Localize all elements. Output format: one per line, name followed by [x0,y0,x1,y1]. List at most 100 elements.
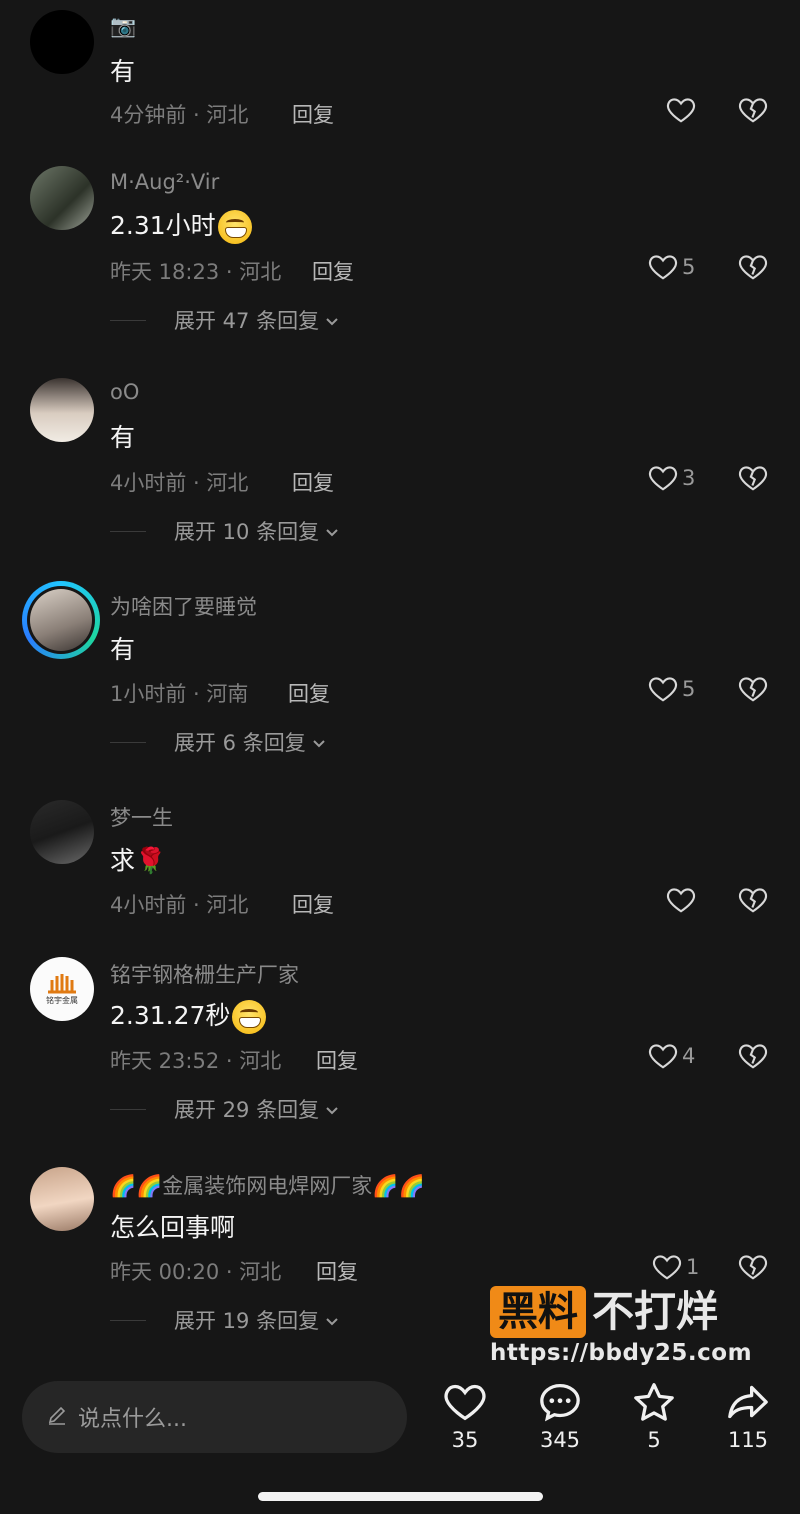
comment-time: 4小时前 [110,471,187,495]
broken-heart-icon [738,466,768,491]
divider [110,530,146,532]
comment-username[interactable]: 铭宇钢格栅生产厂家 [110,959,299,989]
reply-button[interactable]: 回复 [288,678,330,708]
avatar[interactable] [30,10,94,74]
reply-button[interactable]: 回复 [292,889,334,919]
favorite-action-count: 5 [647,1428,661,1452]
favorite-action-button[interactable]: 5 [614,1382,694,1452]
comment-location: 河北 [206,893,249,917]
share-action-button[interactable]: 115 [708,1382,788,1452]
like-count: 1 [686,1255,700,1279]
reply-button[interactable]: 回复 [292,467,334,497]
dislike-button[interactable] [738,464,768,492]
heart-icon [444,1384,486,1421]
reply-button[interactable]: 回复 [292,99,334,129]
share-action-count: 115 [727,1428,769,1452]
expand-replies-label: 展开 29 条回复 [174,1098,320,1122]
like-count: 5 [682,255,696,279]
heart-icon [648,466,678,491]
expand-replies-button[interactable]: 展开 47 条回复 [110,305,339,335]
heart-icon [666,98,696,123]
comment-meta: 昨天 23:52 · 河北 [110,1049,282,1073]
avatar[interactable] [30,378,94,442]
comment-username[interactable]: oO [110,380,139,404]
watermark: 黑料 不打烊 https://bbdy25.com [490,1286,752,1366]
chevron-down-icon [325,1097,339,1121]
avatar[interactable] [30,800,94,864]
chevron-down-icon [325,1308,339,1332]
like-button[interactable]: 3 [648,464,695,492]
heart-icon [648,255,678,280]
like-button[interactable]: 5 [648,675,695,703]
expand-replies-label: 展开 6 条回复 [174,731,306,755]
comment-meta: 1小时前 · 河南 [110,682,249,706]
divider [110,741,146,743]
star-icon [634,1383,674,1421]
comment-username[interactable]: 为啥困了要睡觉 [110,591,257,621]
expand-replies-button[interactable]: 展开 29 条回复 [110,1094,339,1124]
expand-replies-label: 展开 10 条回复 [174,520,320,544]
comment-action-button[interactable]: 345 [520,1382,600,1452]
expand-replies-label: 展开 19 条回复 [174,1309,320,1333]
comment-meta: 4小时前 · 河北 [110,471,249,495]
comment-text-value: 2.31.27秒 [110,1001,231,1030]
like-count: 4 [682,1044,696,1068]
comment-time: 1小时前 [110,682,187,706]
expand-replies-button[interactable]: 展开 10 条回复 [110,516,339,546]
dislike-button[interactable] [738,1042,768,1070]
comment-input[interactable]: 说点什么... [22,1381,407,1453]
comment-text: 有 [110,57,136,86]
dislike-button[interactable] [738,253,768,281]
like-button[interactable]: 1 [652,1253,699,1281]
like-button[interactable]: 4 [648,1042,695,1070]
comment-username[interactable]: 📷 [110,14,136,39]
comment-location: 河南 [206,682,249,706]
divider [110,1108,146,1110]
like-action-button[interactable]: 35 [425,1382,505,1452]
broken-heart-icon [738,255,768,280]
comment-username[interactable]: 🌈🌈金属装饰网电焊网厂家🌈🌈 [110,1170,425,1200]
comment-location: 河北 [206,471,249,495]
divider [110,319,146,321]
comment-text: 求🌹 [110,846,167,875]
expand-replies-button[interactable]: 展开 19 条回复 [110,1305,339,1335]
pencil-icon [46,1404,68,1430]
expand-replies-button[interactable]: 展开 6 条回复 [110,727,326,757]
comment-username[interactable]: M·Aug²·Vir [110,170,219,194]
comment-meta: 昨天 00:20 · 河北 [110,1260,282,1284]
avatar[interactable]: 铭宇金属 [30,957,94,1021]
comment-time: 4分钟前 [110,103,187,127]
home-indicator[interactable] [258,1492,543,1501]
dislike-button[interactable] [738,96,768,124]
dislike-button[interactable] [738,886,768,914]
comment-text: 有 [110,423,136,452]
reply-button[interactable]: 回复 [316,1045,358,1075]
avatar[interactable] [30,166,94,230]
comment-username[interactable]: 梦一生 [110,802,173,832]
company-logo-icon [48,974,76,994]
like-button[interactable]: 5 [648,253,695,281]
broken-heart-icon [738,98,768,123]
comment-text-value: 2.31小时 [110,211,216,240]
comment-meta: 昨天 18:23 · 河北 [110,260,282,284]
comment-time: 4小时前 [110,893,187,917]
dislike-button[interactable] [738,675,768,703]
avatar[interactable] [22,581,100,659]
comment-input-placeholder: 说点什么... [78,1407,187,1432]
reply-button[interactable]: 回复 [312,256,354,286]
chevron-down-icon [325,519,339,543]
comment-text: 怎么回事啊 [110,1213,236,1242]
comment-text: 2.31小时 [110,206,252,244]
dislike-button[interactable] [738,1253,768,1281]
comment-location: 河北 [239,260,282,284]
chevron-down-icon [312,730,326,754]
avatar-logo-text: 铭宇金属 [46,996,78,1005]
reply-button[interactable]: 回复 [316,1256,358,1286]
avatar[interactable] [30,1167,94,1231]
like-button[interactable] [666,96,696,124]
like-action-count: 35 [451,1428,479,1452]
grin-emoji-icon [232,1000,267,1034]
heart-icon [648,1044,678,1069]
like-button[interactable] [666,886,696,914]
heart-icon [666,888,696,913]
